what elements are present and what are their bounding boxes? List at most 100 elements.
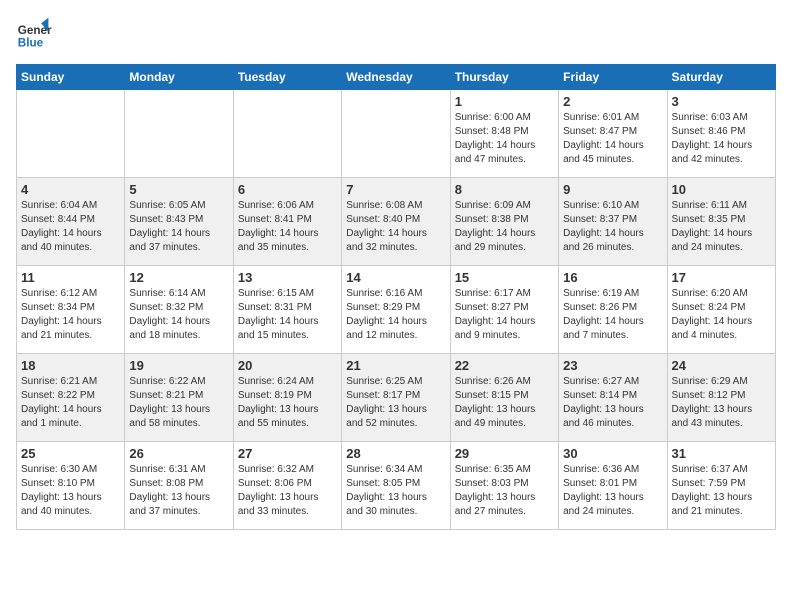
day-info: Sunrise: 6:17 AMSunset: 8:27 PMDaylight:… (455, 287, 554, 343)
day-info: Sunrise: 6:03 AMSunset: 8:46 PMDaylight:… (672, 111, 771, 167)
day-number: 15 (455, 270, 554, 285)
day-number: 1 (455, 94, 554, 109)
calendar-cell: 17Sunrise: 6:20 AMSunset: 8:24 PMDayligh… (667, 266, 775, 354)
day-info: Sunrise: 6:24 AMSunset: 8:19 PMDaylight:… (238, 375, 337, 431)
day-number: 8 (455, 182, 554, 197)
day-info: Sunrise: 6:25 AMSunset: 8:17 PMDaylight:… (346, 375, 445, 431)
day-number: 10 (672, 182, 771, 197)
calendar-week-row: 25 Sunrise: 6:30 AMSunset: 8:10 PMDayligh… (17, 442, 776, 530)
calendar-cell: 14 Sunrise: 6:16 AMSunset: 8:29 PMDayligh… (342, 266, 450, 354)
calendar-cell: 28 Sunrise: 6:34 AMSunset: 8:05 PMDayligh… (342, 442, 450, 530)
calendar-cell: 24 Sunrise: 6:29 AMSunset: 8:12 PMDayligh… (667, 354, 775, 442)
calendar-cell: 9 Sunrise: 6:10 AMSunset: 8:37 PMDaylight… (559, 178, 667, 266)
logo: General Blue (16, 16, 52, 52)
calendar-cell (342, 90, 450, 178)
day-info: Sunrise: 6:26 AMSunset: 8:15 PMDaylight:… (455, 375, 554, 431)
day-info: Sunrise: 6:10 AMSunset: 8:37 PMDaylight:… (563, 199, 662, 255)
day-info: Sunrise: 6:36 AMSunset: 8:01 PMDaylight:… (563, 463, 662, 519)
calendar-cell: 22 Sunrise: 6:26 AMSunset: 8:15 PMDayligh… (450, 354, 558, 442)
day-info: Sunrise: 6:21 AMSunset: 8:22 PMDaylight:… (21, 375, 120, 431)
day-info: Sunrise: 6:29 AMSunset: 8:12 PMDaylight:… (672, 375, 771, 431)
day-info: Sunrise: 6:04 AMSunset: 8:44 PMDaylight:… (21, 199, 120, 255)
day-number: 3 (672, 94, 771, 109)
calendar-week-row: 4 Sunrise: 6:04 AMSunset: 8:44 PMDaylight… (17, 178, 776, 266)
page-header: General Blue (16, 16, 776, 52)
day-number: 2 (563, 94, 662, 109)
day-info: Sunrise: 6:05 AMSunset: 8:43 PMDaylight:… (129, 199, 228, 255)
day-number: 12 (129, 270, 228, 285)
day-number: 27 (238, 446, 337, 461)
weekday-header-monday: Monday (125, 65, 233, 90)
day-number: 18 (21, 358, 120, 373)
calendar-cell: 4 Sunrise: 6:04 AMSunset: 8:44 PMDaylight… (17, 178, 125, 266)
day-number: 26 (129, 446, 228, 461)
calendar-cell: 12 Sunrise: 6:14 AMSunset: 8:32 PMDayligh… (125, 266, 233, 354)
day-info: Sunrise: 6:20 AMSunset: 8:24 PMDaylight:… (672, 287, 771, 343)
day-info: Sunrise: 6:35 AMSunset: 8:03 PMDaylight:… (455, 463, 554, 519)
calendar-cell: 18 Sunrise: 6:21 AMSunset: 8:22 PMDayligh… (17, 354, 125, 442)
calendar-cell: 10 Sunrise: 6:11 AMSunset: 8:35 PMDayligh… (667, 178, 775, 266)
day-info: Sunrise: 6:19 AMSunset: 8:26 PMDaylight:… (563, 287, 662, 343)
day-number: 19 (129, 358, 228, 373)
day-info: Sunrise: 6:16 AMSunset: 8:29 PMDaylight:… (346, 287, 445, 343)
svg-text:Blue: Blue (18, 37, 44, 50)
day-number: 31 (672, 446, 771, 461)
calendar-cell: 5 Sunrise: 6:05 AMSunset: 8:43 PMDaylight… (125, 178, 233, 266)
day-number: 9 (563, 182, 662, 197)
day-number: 29 (455, 446, 554, 461)
calendar-cell: 16Sunrise: 6:19 AMSunset: 8:26 PMDayligh… (559, 266, 667, 354)
day-number: 4 (21, 182, 120, 197)
calendar-cell: 21Sunrise: 6:25 AMSunset: 8:17 PMDayligh… (342, 354, 450, 442)
day-number: 14 (346, 270, 445, 285)
day-number: 6 (238, 182, 337, 197)
day-info: Sunrise: 6:12 AMSunset: 8:34 PMDaylight:… (21, 287, 120, 343)
day-info: Sunrise: 6:14 AMSunset: 8:32 PMDaylight:… (129, 287, 228, 343)
day-number: 28 (346, 446, 445, 461)
day-number: 23 (563, 358, 662, 373)
day-info: Sunrise: 6:31 AMSunset: 8:08 PMDaylight:… (129, 463, 228, 519)
day-number: 25 (21, 446, 120, 461)
calendar-week-row: 1Sunrise: 6:00 AMSunset: 8:48 PMDaylight… (17, 90, 776, 178)
weekday-header-saturday: Saturday (667, 65, 775, 90)
calendar-cell: 25 Sunrise: 6:30 AMSunset: 8:10 PMDayligh… (17, 442, 125, 530)
weekday-header-friday: Friday (559, 65, 667, 90)
day-info: Sunrise: 6:15 AMSunset: 8:31 PMDaylight:… (238, 287, 337, 343)
calendar-week-row: 18 Sunrise: 6:21 AMSunset: 8:22 PMDayligh… (17, 354, 776, 442)
calendar-body: 1Sunrise: 6:00 AMSunset: 8:48 PMDaylight… (17, 90, 776, 530)
day-number: 30 (563, 446, 662, 461)
calendar-cell: 3 Sunrise: 6:03 AMSunset: 8:46 PMDaylight… (667, 90, 775, 178)
day-info: Sunrise: 6:08 AMSunset: 8:40 PMDaylight:… (346, 199, 445, 255)
day-info: Sunrise: 6:37 AMSunset: 7:59 PMDaylight:… (672, 463, 771, 519)
day-number: 5 (129, 182, 228, 197)
calendar-cell: 31 Sunrise: 6:37 AMSunset: 7:59 PMDayligh… (667, 442, 775, 530)
calendar-cell: 30 Sunrise: 6:36 AMSunset: 8:01 PMDayligh… (559, 442, 667, 530)
day-info: Sunrise: 6:11 AMSunset: 8:35 PMDaylight:… (672, 199, 771, 255)
calendar-cell: 20 Sunrise: 6:24 AMSunset: 8:19 PMDayligh… (233, 354, 341, 442)
calendar-cell (125, 90, 233, 178)
day-info: Sunrise: 6:30 AMSunset: 8:10 PMDaylight:… (21, 463, 120, 519)
weekday-header-wednesday: Wednesday (342, 65, 450, 90)
day-info: Sunrise: 6:22 AMSunset: 8:21 PMDaylight:… (129, 375, 228, 431)
calendar-header: SundayMondayTuesdayWednesdayThursdayFrid… (17, 65, 776, 90)
weekday-header-tuesday: Tuesday (233, 65, 341, 90)
day-number: 11 (21, 270, 120, 285)
day-number: 7 (346, 182, 445, 197)
day-info: Sunrise: 6:06 AMSunset: 8:41 PMDaylight:… (238, 199, 337, 255)
calendar-table: SundayMondayTuesdayWednesdayThursdayFrid… (16, 64, 776, 530)
calendar-cell: 8 Sunrise: 6:09 AMSunset: 8:38 PMDaylight… (450, 178, 558, 266)
calendar-cell: 6 Sunrise: 6:06 AMSunset: 8:41 PMDaylight… (233, 178, 341, 266)
calendar-cell: 26 Sunrise: 6:31 AMSunset: 8:08 PMDayligh… (125, 442, 233, 530)
day-info: Sunrise: 6:34 AMSunset: 8:05 PMDaylight:… (346, 463, 445, 519)
weekday-header-sunday: Sunday (17, 65, 125, 90)
calendar-cell (17, 90, 125, 178)
day-number: 20 (238, 358, 337, 373)
calendar-cell: 7 Sunrise: 6:08 AMSunset: 8:40 PMDaylight… (342, 178, 450, 266)
logo-icon: General Blue (16, 16, 52, 52)
day-number: 24 (672, 358, 771, 373)
day-info: Sunrise: 6:09 AMSunset: 8:38 PMDaylight:… (455, 199, 554, 255)
calendar-cell: 13Sunrise: 6:15 AMSunset: 8:31 PMDayligh… (233, 266, 341, 354)
day-number: 22 (455, 358, 554, 373)
calendar-cell: 11 Sunrise: 6:12 AMSunset: 8:34 PMDayligh… (17, 266, 125, 354)
calendar-cell (233, 90, 341, 178)
calendar-cell: 29 Sunrise: 6:35 AMSunset: 8:03 PMDayligh… (450, 442, 558, 530)
